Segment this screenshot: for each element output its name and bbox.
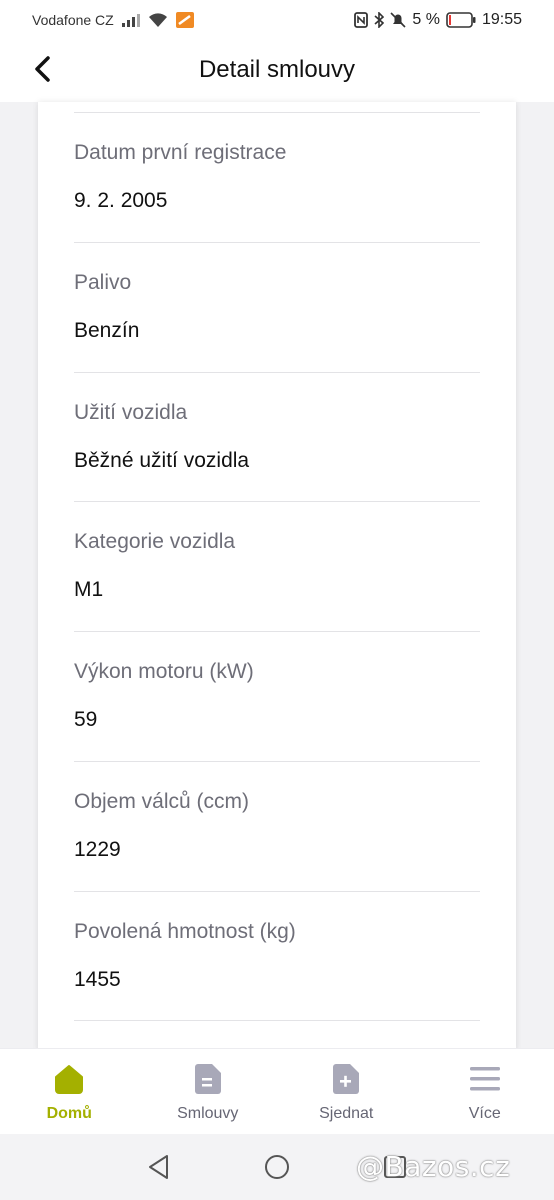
field-value: 1229	[74, 838, 121, 861]
battery-icon	[446, 12, 476, 28]
field-label: Užití vozidla	[74, 401, 188, 424]
status-bar: Vodafone CZ 5 % 19:55	[0, 0, 554, 40]
field-value: Běžné užití vozidla	[74, 449, 250, 472]
field-fuel: Palivo Benzín	[74, 242, 480, 372]
field-value: Benzín	[74, 319, 140, 342]
carrier-name: Vodafone CZ	[32, 12, 114, 28]
field-label: Palivo	[74, 271, 132, 294]
circle-home-icon	[264, 1154, 290, 1185]
bottom-navigation: Domů Smlouvy Sjednat Více	[0, 1048, 554, 1134]
field-vehicle-category: Kategorie vozidla M1	[74, 501, 480, 631]
field-registration-date: Datum první registrace 9. 2. 2005	[74, 112, 480, 242]
field-value: 9. 2. 2005	[74, 189, 168, 212]
nav-item-contracts[interactable]: Smlouvy	[139, 1049, 278, 1134]
bluetooth-icon	[374, 12, 385, 28]
field-engine-power: Výkon motoru (kW) 59	[74, 631, 480, 761]
field-label: Výkon motoru (kW)	[74, 660, 254, 683]
field-label: Povolená hmotnost (kg)	[74, 920, 296, 943]
document-add-icon	[330, 1063, 362, 1095]
battery-percent: 5 %	[412, 11, 440, 28]
system-back-button[interactable]	[144, 1154, 174, 1184]
nav-label: Sjednat	[319, 1105, 374, 1122]
wifi-icon	[148, 12, 168, 28]
clock: 19:55	[481, 11, 522, 28]
contract-detail-card: Datum první registrace 9. 2. 2005 Palivo…	[38, 102, 516, 1052]
field-label: Objem válců (ccm)	[74, 790, 250, 813]
page-title: Detail smlouvy	[198, 56, 356, 83]
field-label: Datum první registrace	[74, 141, 287, 164]
nav-label: Smlouvy	[177, 1105, 239, 1122]
field-value: 1455	[74, 968, 121, 991]
watermark: @Bazos.cz	[356, 1150, 511, 1183]
app-notification-icon	[175, 12, 194, 28]
system-home-button[interactable]	[262, 1154, 292, 1184]
field-engine-displacement: Objem válců (ccm) 1229	[74, 761, 480, 891]
field-label: Kategorie vozidla	[74, 530, 236, 553]
menu-icon	[469, 1063, 501, 1095]
nav-item-home[interactable]: Domů	[0, 1049, 139, 1134]
mute-bell-icon	[390, 12, 406, 28]
field-value: 59	[74, 708, 98, 731]
nav-label: Více	[468, 1105, 501, 1122]
field-vehicle-use: Užití vozidla Běžné užití vozidla	[74, 372, 480, 502]
nav-label: Domů	[46, 1105, 92, 1122]
nfc-icon	[354, 12, 369, 28]
nav-item-more[interactable]: Více	[416, 1049, 554, 1134]
triangle-back-icon	[147, 1154, 171, 1185]
home-icon	[53, 1063, 85, 1095]
field-permitted-weight: Povolená hmotnost (kg) 1455	[74, 891, 480, 1021]
nav-item-arrange[interactable]: Sjednat	[277, 1049, 416, 1134]
app-header: Detail smlouvy	[0, 40, 554, 102]
divider	[74, 1020, 480, 1021]
document-icon	[192, 1063, 224, 1095]
signal-icon	[121, 13, 140, 27]
field-value: M1	[74, 578, 104, 601]
